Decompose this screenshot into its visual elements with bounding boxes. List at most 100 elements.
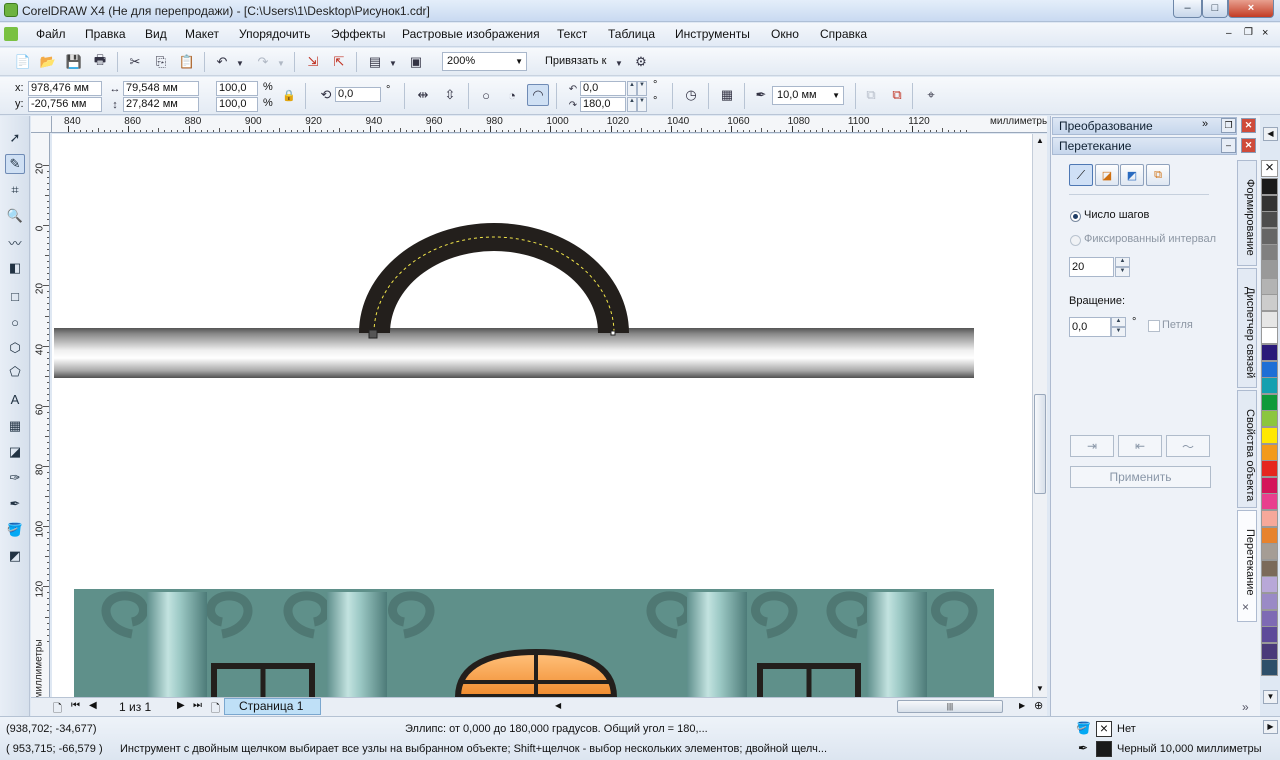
freehand-tool-icon[interactable]: 〰 (5, 232, 25, 252)
no-color-swatch[interactable]: × (1261, 160, 1278, 177)
steps-spin-down[interactable]: ▼ (1115, 267, 1130, 277)
blend-acceleration-page-icon[interactable]: ◪ (1095, 164, 1119, 186)
end-angle-spin-down[interactable]: ▼ (637, 97, 647, 112)
tab-link-manager[interactable]: Диспетчер связей (1237, 268, 1257, 388)
scale-y-field[interactable]: 100,0 (216, 97, 258, 112)
snap-dropdown-icon[interactable]: ▼ (614, 54, 624, 72)
menu-file[interactable]: Файл (36, 27, 66, 41)
page-tab[interactable]: Страница 1 (224, 698, 321, 715)
h-scroll-thumb[interactable]: ||| (897, 700, 1003, 713)
palette-swatch[interactable] (1261, 360, 1278, 378)
basic-shapes-tool-icon[interactable]: ⬠ (5, 362, 25, 382)
menu-table[interactable]: Таблица (608, 27, 655, 41)
start-angle-spin-down[interactable]: ▼ (637, 81, 647, 96)
palette-swatch[interactable] (1261, 377, 1278, 395)
menu-effects[interactable]: Эффекты (331, 27, 386, 41)
vertical-ruler[interactable]: 20 0 20 40 60 80 100 120 миллиметры (31, 133, 50, 697)
tab-shaping[interactable]: Формирование (1237, 160, 1257, 266)
polygon-tool-icon[interactable]: ⬡ (5, 338, 25, 358)
doc-icon[interactable] (4, 27, 18, 41)
scroll-thumb[interactable] (1034, 394, 1046, 494)
save-icon[interactable]: 💾 (65, 53, 83, 71)
direction-toggle-icon[interactable]: ◷ (682, 86, 700, 104)
shape-tool-icon[interactable]: ✎ (5, 154, 25, 174)
steps-spin-up[interactable]: ▲ (1115, 257, 1130, 267)
steps-field[interactable]: 20 (1069, 257, 1114, 277)
lock-ratio-icon[interactable]: 🔒 (280, 86, 298, 104)
combine-icon[interactable]: ⧉ (862, 86, 880, 104)
arc-mode-icon[interactable]: ◠ (527, 84, 549, 106)
palette-swatch[interactable] (1261, 593, 1278, 610)
palette-swatch[interactable] (1261, 642, 1278, 660)
palette-swatch[interactable] (1261, 510, 1278, 527)
menu-text[interactable]: Текст (557, 27, 587, 41)
end-object-button[interactable]: ⇤ (1118, 435, 1162, 457)
scroll-down-arrow[interactable]: ▼ (1036, 684, 1044, 693)
apply-button[interactable]: Применить (1070, 466, 1211, 488)
undo-dropdown-icon[interactable]: ▼ (235, 54, 245, 72)
fixed-interval-radio[interactable] (1070, 235, 1081, 246)
fill-none-swatch[interactable]: × (1096, 721, 1112, 737)
start-angle-field[interactable]: 0,0 (580, 81, 626, 96)
scroll-up-arrow[interactable]: ▲ (1036, 136, 1044, 145)
palette-scroll-up[interactable]: ◀ (1263, 127, 1278, 141)
palette-scroll-down[interactable]: ▼ (1263, 690, 1278, 704)
palette-swatch[interactable] (1261, 227, 1278, 245)
close-button[interactable]: × (1228, 0, 1274, 18)
palette-swatch[interactable] (1261, 178, 1278, 195)
palette-swatch[interactable] (1261, 294, 1278, 312)
start-object-button[interactable]: ⇥ (1070, 435, 1114, 457)
mdi-close-button[interactable]: × (1262, 27, 1268, 39)
tabs-close-icon[interactable]: × (1242, 600, 1249, 614)
rectangle-tool-icon[interactable]: □ (5, 286, 25, 306)
tab-object-properties[interactable]: Свойства объекта (1237, 390, 1257, 508)
palette-swatch[interactable] (1261, 261, 1278, 278)
menu-tools[interactable]: Инструменты (675, 27, 750, 41)
steps-radio[interactable] (1070, 211, 1081, 222)
palette-swatch[interactable] (1261, 244, 1278, 262)
last-page-icon[interactable]: ⏭ (193, 700, 202, 711)
fill-tool-icon[interactable]: 🪣 (5, 520, 25, 540)
ellipse-tool-icon[interactable]: ○ (5, 312, 25, 332)
prev-page-icon[interactable]: ◀ (89, 700, 97, 711)
application-launcher-icon[interactable]: ▤ (366, 53, 384, 71)
undo-icon[interactable]: ↶ (213, 53, 231, 71)
cut-icon[interactable]: ✂ (126, 53, 144, 71)
next-page-icon[interactable]: ▶ (177, 700, 185, 711)
height-field[interactable]: 27,842 мм (123, 97, 199, 112)
ruler-corner[interactable] (31, 116, 52, 133)
rotation-angle-field[interactable]: 0,0 (335, 87, 381, 102)
palette-swatch[interactable] (1261, 526, 1278, 544)
wrap-text-icon[interactable]: ▦ (718, 86, 736, 104)
outline-tool-icon[interactable]: ✒ (5, 494, 25, 514)
menu-edit[interactable]: Правка (85, 27, 126, 41)
palette-swatch[interactable] (1261, 443, 1278, 461)
outline-width-combo[interactable]: 10,0 мм ▼ (772, 86, 844, 105)
palette-swatch[interactable] (1261, 393, 1278, 411)
h-scroll-left-arrow[interactable]: ◀ (555, 701, 561, 710)
palette-swatch[interactable] (1261, 659, 1278, 677)
palette-swatch[interactable] (1261, 543, 1278, 561)
loop-checkbox[interactable] (1148, 320, 1160, 332)
palette-swatch[interactable] (1261, 194, 1278, 212)
rotation-spin-up[interactable]: ▲ (1111, 317, 1126, 327)
palette-swatch[interactable] (1261, 576, 1278, 594)
eyedropper-tool-icon[interactable]: ✑ (5, 468, 25, 488)
outline-color-swatch[interactable] (1096, 741, 1112, 757)
docker-expand-icon[interactable]: » (1202, 118, 1208, 130)
zoom-tool-icon[interactable]: 🔍 (5, 206, 25, 226)
new-document-icon[interactable]: 📄 (14, 53, 32, 71)
palette-swatch[interactable] (1261, 310, 1278, 328)
maximize-button[interactable]: □ (1202, 0, 1228, 18)
drawing-canvas[interactable] (52, 134, 1032, 697)
pick-tool-icon[interactable]: ➚ (5, 128, 25, 148)
open-icon[interactable]: 📂 (39, 53, 57, 71)
tabs-expand-icon[interactable]: » (1242, 700, 1249, 714)
rotation-spin-down[interactable]: ▼ (1111, 327, 1126, 337)
palette-swatch[interactable] (1261, 277, 1278, 295)
docker-restore-button[interactable]: ❐ (1221, 118, 1236, 133)
import-icon[interactable]: ⇲ (304, 53, 322, 71)
docker-blend-close-button[interactable]: ✕ (1241, 138, 1256, 153)
copy-icon[interactable]: ⎘ (152, 53, 170, 71)
palette-swatch[interactable] (1261, 559, 1278, 577)
